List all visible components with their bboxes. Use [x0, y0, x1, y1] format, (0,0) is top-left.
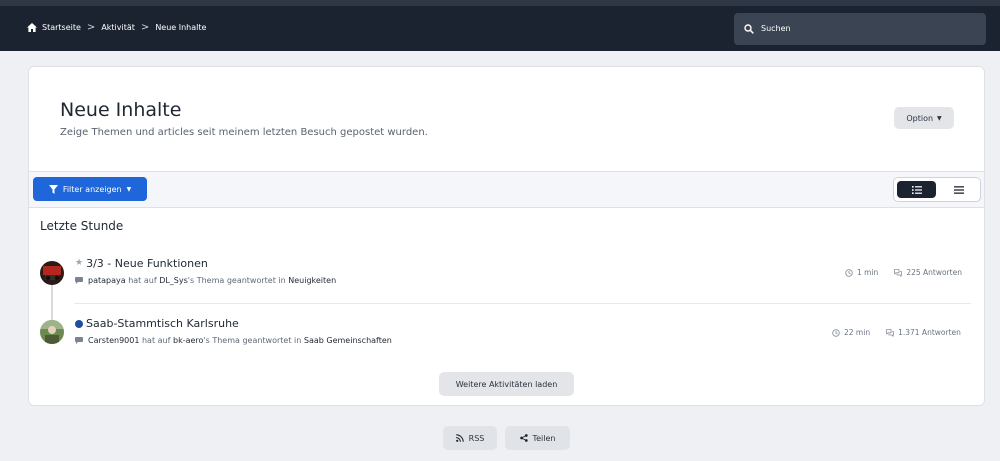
meta-text: 's Thema geantwortet in: [203, 336, 302, 345]
item-title[interactable]: ★ 3/3 - Neue Funktionen: [75, 257, 208, 270]
search-icon: [744, 24, 754, 34]
forum-link[interactable]: Saab Gemeinschaften: [304, 336, 392, 345]
page-subtitle: Zeige Themen und articles seit meinem le…: [60, 127, 428, 138]
item-stats: 22 min 1.371 Antworten: [832, 328, 961, 337]
caret-down-icon: ▼: [126, 185, 132, 193]
avatar[interactable]: [40, 261, 64, 285]
expanded-view-button[interactable]: [897, 181, 936, 198]
row-divider: [74, 303, 971, 304]
page-title: Neue Inhalte: [60, 99, 182, 121]
caret-down-icon: ▼: [937, 114, 942, 122]
user-link[interactable]: patapaya: [88, 276, 126, 285]
star-icon: ★: [75, 258, 84, 268]
item-title-text[interactable]: 3/3 - Neue Funktionen: [86, 257, 208, 270]
search-placeholder: Suchen: [761, 24, 791, 33]
breadcrumb-separator: >: [140, 21, 150, 33]
item-meta: Carsten9001 hat auf bk-aero 's Thema gea…: [75, 336, 392, 345]
content-card: Neue Inhalte Zeige Themen und articles s…: [28, 66, 985, 406]
breadcrumb: Startseite > Aktivität > Neue Inhalte: [27, 21, 207, 33]
list-bullets-icon: [911, 185, 922, 194]
filter-label: Filter anzeigen: [62, 184, 122, 194]
user-avatar-image: [40, 320, 64, 344]
rss-label: RSS: [468, 433, 485, 443]
clock-icon: [845, 268, 853, 277]
item-time: 22 min: [844, 328, 871, 337]
breadcrumb-separator: >: [86, 21, 96, 33]
site-header: Startseite > Aktivität > Neue Inhalte Su…: [0, 6, 1000, 51]
avatar[interactable]: [40, 320, 64, 344]
option-button[interactable]: Option ▼: [894, 107, 954, 129]
load-more-button[interactable]: Weitere Aktivitäten laden: [439, 372, 574, 396]
filter-toolbar: Filter anzeigen ▼: [29, 171, 984, 208]
item-meta: patapaya hat auf DL_Sys 's Thema geantwo…: [75, 276, 336, 285]
share-button[interactable]: Teilen: [505, 426, 570, 450]
comments-icon: [894, 268, 903, 277]
filter-icon: [48, 184, 58, 194]
forum-link[interactable]: Neuigkeiten: [288, 276, 336, 285]
home-icon[interactable]: [27, 23, 37, 32]
unread-dot-icon: [75, 319, 83, 328]
option-label: Option: [906, 113, 934, 123]
comments-icon: [886, 328, 894, 337]
clock-icon: [832, 328, 840, 337]
comment-icon: [75, 277, 83, 284]
thread-author-link[interactable]: DL_Sys: [159, 276, 188, 285]
condensed-view-button[interactable]: [939, 181, 978, 198]
rss-icon: [455, 434, 464, 442]
meta-text: hat auf: [141, 336, 171, 345]
share-label: Teilen: [532, 433, 556, 443]
timeline-connector: [51, 280, 53, 320]
share-icon: [519, 434, 528, 442]
rss-button[interactable]: RSS: [443, 426, 497, 450]
user-avatar-image: [40, 261, 64, 285]
breadcrumb-activity[interactable]: Aktivität: [101, 23, 135, 32]
list-lines-icon: [953, 185, 964, 194]
section-heading: Letzte Stunde: [40, 219, 124, 233]
comment-icon: [75, 337, 83, 344]
item-stats: 1 min 225 Antworten: [845, 268, 962, 277]
item-title-text[interactable]: Saab-Stammtisch Karlsruhe: [86, 317, 239, 330]
item-title[interactable]: Saab-Stammtisch Karlsruhe: [75, 317, 239, 330]
item-time: 1 min: [857, 268, 879, 277]
meta-text: 's Thema geantwortet in: [187, 276, 286, 285]
search-input[interactable]: Suchen: [734, 13, 986, 45]
item-replies: 225 Antworten: [906, 268, 962, 277]
thread-author-link[interactable]: bk-aero: [173, 336, 203, 345]
view-mode-toggle: [893, 177, 981, 202]
breadcrumb-current: Neue Inhalte: [155, 23, 207, 32]
meta-text: hat auf: [128, 276, 157, 285]
breadcrumb-home[interactable]: Startseite: [42, 23, 81, 32]
item-replies: 1.371 Antworten: [898, 328, 961, 337]
user-link[interactable]: Carsten9001: [88, 336, 139, 345]
filter-button[interactable]: Filter anzeigen ▼: [33, 177, 147, 201]
